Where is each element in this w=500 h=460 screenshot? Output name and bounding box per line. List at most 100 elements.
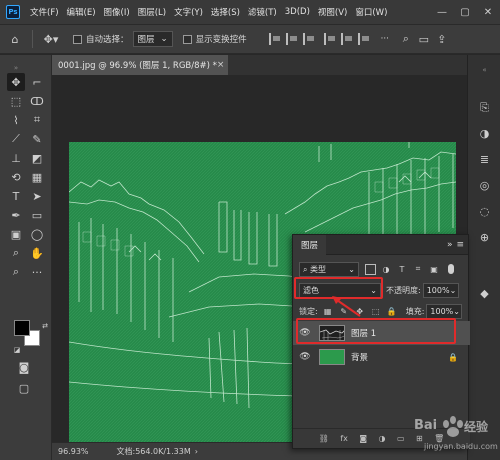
more-options-icon[interactable]: ··· [381, 34, 389, 44]
move-tool-preset-icon[interactable]: ✥▾ [39, 29, 63, 49]
crop-tool-icon[interactable]: ⌗ [28, 111, 46, 129]
menu-file[interactable]: 文件(F) [30, 6, 59, 18]
align-top-icon[interactable] [323, 33, 336, 45]
zoom-tool-icon[interactable]: ⌕ [7, 244, 25, 262]
adjustments-panel-icon[interactable]: ◑ [476, 125, 493, 142]
menu-window[interactable]: 窗口(W) [355, 6, 387, 18]
rectangle-tool-icon[interactable]: ▭ [28, 206, 46, 224]
align-hcenter-icon[interactable] [285, 33, 298, 45]
zoom-level[interactable]: 96.93% [58, 447, 89, 456]
visibility-eye-icon[interactable]: 👁 [297, 328, 313, 338]
move-tool-icon[interactable]: ✥ [7, 73, 25, 91]
align-vcenter-icon[interactable] [340, 33, 353, 45]
more-tools-icon[interactable]: ··· [28, 263, 46, 281]
lock-all-icon[interactable]: 🔒 [386, 305, 398, 317]
type-tool-icon[interactable]: T [7, 187, 25, 205]
align-bottom-icon[interactable] [357, 33, 370, 45]
filter-pixel-icon[interactable] [365, 263, 376, 275]
menu-layer[interactable]: 图层(L) [138, 6, 166, 18]
lock-row: 锁定: ▦ ✎ ✥ ⬚ 🔒 填充: 100% ⌄ [293, 302, 470, 320]
hand-tool-icon[interactable]: ✋ [28, 244, 46, 262]
auto-select-checkbox[interactable] [73, 34, 82, 44]
filter-type-icon[interactable]: T [396, 263, 408, 275]
document-tab[interactable]: 0001.jpg @ 96.9% (图层 1, RGB/8#) * × [52, 55, 228, 75]
collapse-panel-icon[interactable]: » [447, 240, 453, 250]
eyedropper-tool-icon[interactable]: ⟋ [7, 130, 25, 148]
status-arrow-icon[interactable]: › [195, 447, 198, 456]
history-panel-icon[interactable]: ⎘ [476, 99, 493, 116]
chevron-down-icon: ⌄ [453, 306, 460, 316]
auto-select-dropdown[interactable]: 图层 ⌄ [132, 31, 173, 47]
close-window-button[interactable]: ✕ [476, 0, 500, 24]
path-select-tool-icon[interactable]: ➤ [28, 187, 46, 205]
blend-row: 滤色 ⌄ 不透明度: 100% ⌄ [293, 281, 470, 299]
menu-image[interactable]: 图像(I) [104, 6, 130, 18]
layer1-thumb-image [320, 329, 344, 340]
brushes-panel-icon[interactable]: ◌ [476, 203, 493, 220]
libraries-panel-icon[interactable]: ◎ [476, 177, 493, 194]
menu-type[interactable]: 文字(Y) [174, 6, 203, 18]
link-icon[interactable]: ⛓ [319, 434, 329, 443]
lasso-tool-icon[interactable]: ↀ [28, 92, 46, 110]
menu-filter[interactable]: 滤镜(T) [248, 6, 277, 18]
watermark-brand2: 经验 [464, 420, 489, 434]
filter-adjustment-icon[interactable]: ◑ [380, 263, 392, 275]
lock-label: 锁定: [299, 306, 318, 316]
watermark-brand: Bai [414, 418, 438, 433]
document-info: 文档:564.0K/1.33M [116, 447, 191, 456]
share-icon[interactable]: ⇪ [435, 29, 449, 49]
maximize-button[interactable]: ▢ [453, 0, 477, 24]
search-icon[interactable]: ⌕ [399, 29, 413, 49]
adjust-icon[interactable]: ◑ [379, 434, 386, 443]
visibility-eye-icon[interactable]: 👁 [297, 352, 313, 362]
default-colors-icon[interactable]: ◪ [8, 341, 26, 359]
filter-kind-dropdown[interactable]: ⌕ 类型 ⌄ [299, 261, 359, 277]
opacity-field[interactable]: 100% ⌄ [422, 282, 459, 298]
opacity-label: 不透明度: [386, 285, 421, 295]
ellipse-tool-icon[interactable]: ◯ [28, 225, 46, 243]
swatches-panel-icon[interactable]: ⊕ [476, 229, 493, 246]
mask-icon[interactable]: ◙ [359, 434, 367, 443]
home-icon[interactable]: ⌂ [4, 29, 26, 49]
menu-edit[interactable]: 编辑(E) [67, 6, 96, 18]
baidu-watermark: Bai 经验 jingyan.baidu.com [400, 404, 500, 460]
filter-smart-object-icon[interactable]: ▣ [428, 263, 440, 275]
layers-panel-icon[interactable]: ◆ [476, 285, 493, 302]
frame-tool-icon[interactable]: ▣ [7, 225, 25, 243]
artboard-tool-icon[interactable]: ⌐ [28, 73, 46, 91]
fx-icon[interactable]: fx [340, 434, 348, 443]
filter-shape-icon[interactable]: ⌗ [412, 263, 424, 275]
menu-view[interactable]: 视图(V) [318, 6, 347, 18]
tab-layers[interactable]: 图层 [293, 234, 327, 255]
properties-panel-icon[interactable]: ≣ [476, 151, 493, 168]
menu-3d[interactable]: 3D(D) [285, 7, 310, 17]
gradient-tool-icon[interactable]: ▦ [28, 168, 46, 186]
lock-artboard-icon[interactable]: ⬚ [370, 305, 382, 317]
stamp-tool-icon[interactable]: ⊥ [7, 149, 25, 167]
quick-select-tool-icon[interactable]: ⌇ [7, 111, 25, 129]
quick-mask-icon[interactable]: ◙ [15, 358, 33, 376]
layer-name[interactable]: 图层 1 [351, 327, 376, 339]
history-brush-tool-icon[interactable]: ⟲ [7, 168, 25, 186]
align-left-icon[interactable] [268, 33, 281, 45]
layer-row-layer1[interactable]: 👁 图层 1 [293, 321, 470, 345]
menu-select[interactable]: 选择(S) [211, 6, 240, 18]
brush-tool-icon[interactable]: ✎ [28, 130, 46, 148]
workspace-icon[interactable]: ▭ [417, 29, 431, 49]
close-tab-icon[interactable]: × [217, 60, 225, 70]
zoom-out-tool-icon[interactable]: ⌕ [7, 263, 25, 281]
filter-toggle[interactable] [448, 264, 454, 274]
layer-row-background[interactable]: 👁 背景 🔒 [293, 345, 470, 369]
screen-mode-icon[interactable]: ▢ [15, 379, 33, 397]
align-right-icon[interactable] [302, 33, 315, 45]
show-transform-checkbox[interactable] [182, 34, 192, 44]
layer-name[interactable]: 背景 [351, 351, 368, 363]
fill-field[interactable]: 100% ⌄ [426, 303, 463, 319]
pen-tool-icon[interactable]: ✒ [7, 206, 25, 224]
panel-menu-icon[interactable]: ≡ [456, 240, 464, 250]
marquee-tool-icon[interactable]: ⬚ [7, 92, 25, 110]
foreground-color-swatch[interactable] [14, 320, 30, 336]
minimize-button[interactable]: — [430, 0, 454, 24]
collapse-dock-icon[interactable]: « [476, 61, 493, 78]
eraser-tool-icon[interactable]: ◩ [28, 149, 46, 167]
